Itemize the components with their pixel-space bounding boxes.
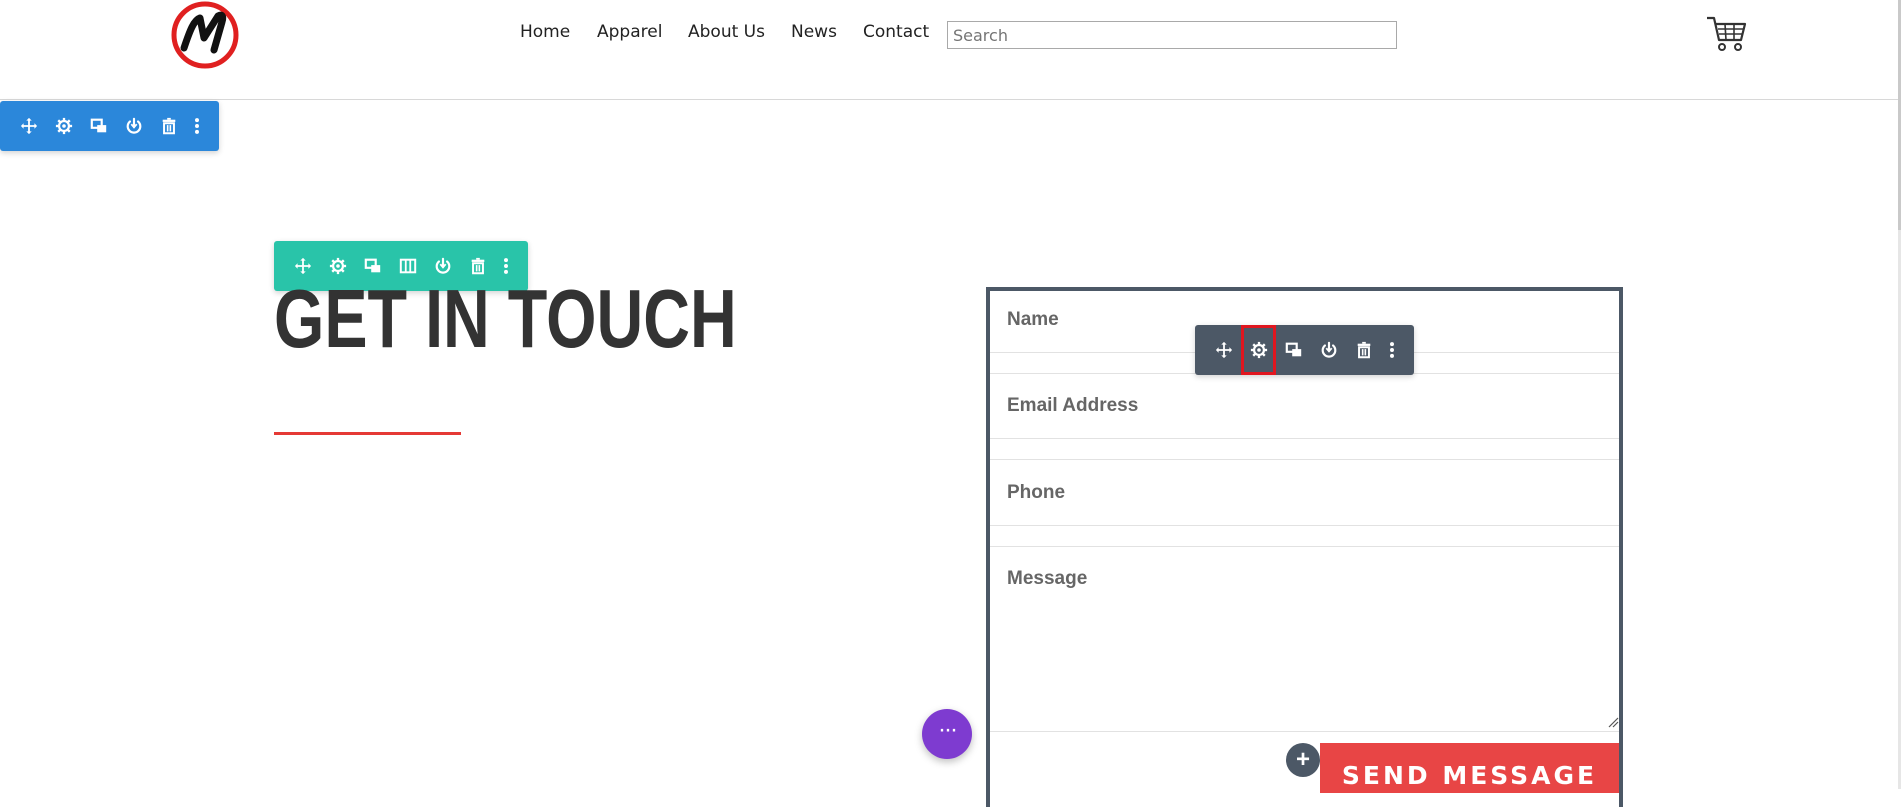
duplicate-icon[interactable]	[81, 101, 116, 151]
duplicate-icon[interactable]	[1276, 325, 1311, 375]
more-icon[interactable]	[1381, 325, 1403, 375]
nav-about-us[interactable]: About Us	[688, 22, 765, 42]
more-icon[interactable]	[186, 101, 208, 151]
name-field[interactable]: Name	[1007, 309, 1059, 331]
nav-news[interactable]: News	[791, 22, 837, 42]
field-divider	[990, 546, 1619, 547]
phone-field[interactable]: Phone	[1007, 482, 1065, 504]
move-icon[interactable]	[1206, 325, 1241, 375]
nav-contact[interactable]: Contact	[863, 22, 929, 42]
trash-icon[interactable]	[151, 101, 186, 151]
trash-icon[interactable]	[1346, 325, 1381, 375]
textarea-resize-handle[interactable]	[1607, 716, 1619, 728]
module-toolbar	[1195, 325, 1414, 375]
site-header	[0, 0, 1898, 100]
field-divider	[990, 438, 1619, 439]
search-input[interactable]	[947, 21, 1397, 49]
field-divider	[990, 731, 1619, 732]
shopping-cart-icon[interactable]	[1705, 13, 1747, 53]
save-to-library-icon[interactable]	[116, 101, 151, 151]
plus-icon: +	[1295, 746, 1310, 773]
send-message-button[interactable]: SEND MESSAGE	[1320, 743, 1619, 793]
message-field[interactable]: Message	[1007, 568, 1087, 590]
move-icon[interactable]	[11, 101, 46, 151]
gear-icon[interactable]	[1241, 325, 1276, 375]
email-field[interactable]: Email Address	[1007, 395, 1138, 417]
nav-home[interactable]: Home	[520, 22, 570, 42]
add-module-button[interactable]: +	[1286, 743, 1320, 777]
title-divider	[274, 432, 461, 435]
field-divider	[990, 525, 1619, 526]
site-logo[interactable]	[170, 0, 240, 70]
field-divider	[990, 459, 1619, 460]
save-to-library-icon[interactable]	[1311, 325, 1346, 375]
nav-apparel[interactable]: Apparel	[597, 22, 662, 42]
section-toolbar	[0, 101, 219, 151]
page-settings-more-button[interactable]: ···	[922, 709, 972, 759]
page-title: GET IN TOUCH	[274, 272, 737, 365]
gear-icon[interactable]	[46, 101, 81, 151]
more-horizontal-icon: ···	[938, 716, 958, 743]
